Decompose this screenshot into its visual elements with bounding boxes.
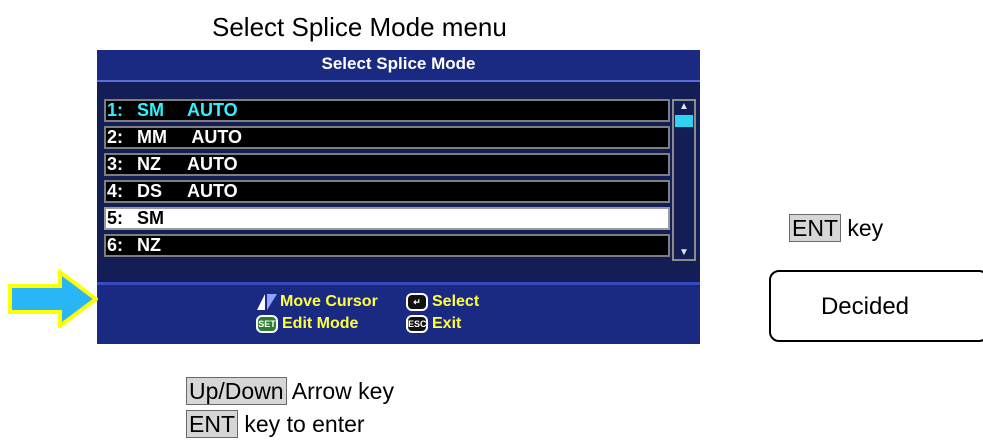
legend-exit: ESC Exit	[406, 315, 462, 333]
ent-enter-label: ENT key to enter	[186, 410, 365, 438]
mode-row-1[interactable]: 1: SM AUTO	[104, 99, 670, 122]
enter-key-icon: ↵	[406, 293, 428, 311]
mode-row-2[interactable]: 2: MM AUTO	[104, 126, 670, 149]
mode-row-6[interactable]: 6: NZ	[104, 234, 670, 257]
mode-number: 5:	[107, 208, 124, 228]
set-key-icon: SET	[256, 315, 278, 333]
mode-row-5[interactable]: 5: SM	[104, 207, 670, 230]
mode-fiber: SM	[137, 100, 164, 120]
mode-number: 1:	[107, 100, 124, 120]
mode-fiber: NZ	[137, 154, 161, 174]
mode-number: 2:	[107, 127, 124, 147]
ent-keycap: ENT	[789, 214, 841, 242]
mode-fiber: SM	[137, 208, 164, 228]
up-down-keycap: Up/Down	[186, 377, 287, 405]
mode-number: 3:	[107, 154, 124, 174]
list-scrollbar[interactable]: ▲ ▼	[672, 99, 696, 261]
mode-row-3[interactable]: 3: NZ AUTO	[104, 153, 670, 176]
mode-type: AUTO	[187, 100, 238, 120]
mode-fiber: DS	[137, 181, 163, 201]
up-down-label: Up/Down Arrow key	[186, 377, 394, 405]
mode-list: 1: SM AUTO 2: MM AUTO 3: NZ AUTO 4: DS AUTO 5: S…	[104, 99, 670, 261]
esc-key-icon: ESC	[406, 315, 428, 333]
mode-type: AUTO	[187, 181, 238, 201]
mode-type: AUTO	[187, 154, 238, 174]
ent-key-label: ENT key	[789, 214, 883, 242]
legend-edit-mode: SET Edit Mode	[256, 315, 358, 333]
title-divider	[97, 80, 700, 82]
mode-number: 6:	[107, 235, 124, 255]
mode-fiber: MM	[137, 127, 167, 147]
scroll-down-icon[interactable]: ▼	[676, 248, 692, 258]
mode-number: 4:	[107, 181, 124, 201]
legend-move-cursor: Move Cursor	[256, 293, 378, 311]
screen-title: Select Splice Mode	[97, 50, 700, 80]
pointer-arrow-icon	[8, 270, 98, 328]
mode-fiber: NZ	[137, 235, 161, 255]
scroll-up-icon[interactable]: ▲	[676, 102, 692, 112]
legend-select: ↵ Select	[406, 293, 479, 311]
decided-box: Decided	[769, 270, 983, 342]
splice-mode-screen: Select Splice Mode 1: SM AUTO 2: MM AUTO 3:…	[97, 50, 700, 344]
scroll-thumb[interactable]	[675, 115, 693, 127]
mode-type: AUTO	[187, 127, 243, 147]
key-legend: Move Cursor ↵ Select SET Edit Mode ESC Exit	[97, 285, 700, 344]
up-down-arrow-icon	[257, 294, 277, 310]
caption-top: Select Splice Mode menu	[212, 12, 507, 42]
mode-row-4[interactable]: 4: DS AUTO	[104, 180, 670, 203]
ent-keycap: ENT	[186, 410, 238, 438]
